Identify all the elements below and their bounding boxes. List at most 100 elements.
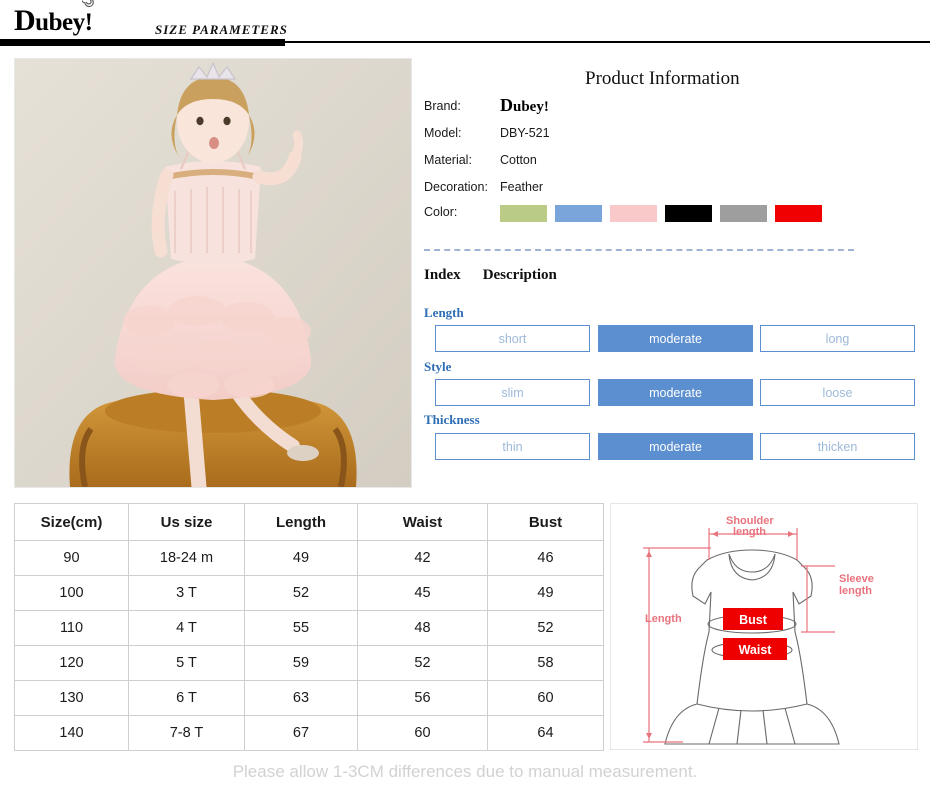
attribute-label-length: Length (424, 305, 464, 320)
table-row: 130 6 T 63 56 60 (14, 680, 604, 716)
table-cell: 46 (487, 540, 604, 576)
label-sleeve-line1: Sleeve (839, 573, 874, 585)
page-header: Dubey! SIZE PARAMETERS (0, 0, 930, 50)
spec-value-material: Cotton (500, 153, 537, 167)
table-cell: 49 (487, 575, 604, 611)
spec-value-model: DBY-521 (500, 126, 550, 140)
color-swatch-blue[interactable] (555, 205, 602, 222)
color-swatch-black[interactable] (665, 205, 712, 222)
table-cell: 52 (357, 645, 488, 681)
size-table-header-row: Size(cm) Us size Length Waist Bust (14, 503, 604, 541)
brand-logo-rest: ubey (35, 9, 85, 36)
option-style-moderate[interactable]: moderate (598, 379, 753, 406)
table-cell: 18-24 m (128, 540, 245, 576)
table-cell: 110 (14, 610, 129, 646)
attribute-label-style: Style (424, 359, 452, 374)
product-photo (14, 58, 412, 488)
table-cell: 120 (14, 645, 129, 681)
attribute-label-thickness: Thickness (424, 412, 480, 427)
table-cell: 48 (357, 610, 488, 646)
option-thickness-thin[interactable]: thin (435, 433, 590, 460)
option-style-loose[interactable]: loose (760, 379, 915, 406)
size-table-col-4: Bust (487, 503, 604, 541)
table-cell: 45 (357, 575, 488, 611)
table-cell: 6 T (128, 680, 245, 716)
table-cell: 59 (244, 645, 358, 681)
spec-label-model: Model: (424, 126, 462, 140)
description-heading-label: Description (482, 267, 557, 283)
table-cell: 3 T (128, 575, 245, 611)
option-length-moderate[interactable]: moderate (598, 325, 753, 352)
color-swatch-list (500, 205, 830, 222)
size-table-col-2: Length (244, 503, 358, 541)
table-row: 120 5 T 59 52 58 (14, 645, 604, 681)
size-table-container: Size(cm) Us size Length Waist Bust 90 18-24 m… (14, 503, 604, 751)
label-length: Length (645, 613, 682, 625)
attribute-options-thickness: thin moderate thicken (435, 433, 915, 460)
table-row: 140 7-8 T 67 60 64 (14, 715, 604, 751)
color-swatch-light-green[interactable] (500, 205, 547, 222)
table-cell: 60 (487, 680, 604, 716)
product-information-heading: Product Information (585, 68, 740, 89)
product-photo-illustration (15, 59, 411, 487)
section-divider (424, 249, 854, 251)
table-cell: 49 (244, 540, 358, 576)
table-cell: 100 (14, 575, 129, 611)
table-row: 90 18-24 m 49 42 46 (14, 540, 604, 576)
header-bar-thick (0, 39, 285, 46)
table-cell: 64 (487, 715, 604, 751)
label-shoulder-line2: length (733, 526, 766, 538)
brand-logo-initial: D (14, 4, 36, 37)
badge-bust: Bust (723, 608, 783, 630)
table-cell: 63 (244, 680, 358, 716)
svg-text:Waist: Waist (739, 643, 773, 657)
table-row: 100 3 T 52 45 49 (14, 575, 604, 611)
brand-logo: Dubey! (14, 0, 94, 38)
label-sleeve-line2: length (839, 585, 872, 597)
table-cell: 130 (14, 680, 129, 716)
spec-value-decoration: Feather (500, 180, 544, 194)
spec-brand-initial: D (500, 95, 513, 115)
spec-value-brand-logo: Dubey! (500, 95, 549, 115)
spec-label-material: Material: (424, 153, 472, 167)
option-thickness-thicken[interactable]: thicken (760, 433, 915, 460)
table-cell: 140 (14, 715, 129, 751)
index-heading-label: Index (424, 267, 461, 283)
page-title: SIZE PARAMETERS (155, 22, 288, 37)
attribute-options-style: slim moderate loose (435, 379, 915, 406)
option-thickness-moderate[interactable]: moderate (598, 433, 753, 460)
size-table-col-0: Size(cm) (14, 503, 129, 541)
table-cell: 42 (357, 540, 488, 576)
table-cell: 67 (244, 715, 358, 751)
table-cell: 5 T (128, 645, 245, 681)
badge-waist: Waist (723, 638, 787, 660)
spec-label-brand: Brand: (424, 99, 461, 113)
size-table-body: 90 18-24 m 49 42 46 100 3 T 52 45 49 110 4 T 55 48 52 1… (14, 540, 604, 751)
size-table-col-3: Waist (357, 503, 488, 541)
spiral-exclamation-icon: ! (81, 0, 94, 37)
table-cell: 4 T (128, 610, 245, 646)
svg-text:Bust: Bust (739, 613, 768, 627)
table-cell: 55 (244, 610, 358, 646)
option-style-slim[interactable]: slim (435, 379, 590, 406)
spec-label-decoration: Decoration: (424, 180, 488, 194)
table-cell: 58 (487, 645, 604, 681)
table-cell: 52 (244, 575, 358, 611)
attribute-options-length: short moderate long (435, 325, 915, 352)
header-bar-thin (285, 41, 930, 43)
table-cell: 60 (357, 715, 488, 751)
color-swatch-red[interactable] (775, 205, 822, 222)
table-cell: 56 (357, 680, 488, 716)
spec-label-color: Color: (424, 205, 458, 219)
option-length-short[interactable]: short (435, 325, 590, 352)
color-swatch-gray[interactable] (720, 205, 767, 222)
table-cell: 90 (14, 540, 129, 576)
size-table-col-1: Us size (128, 503, 245, 541)
dress-measurement-illustration: Shoulder length Sleeve length Length Bus… (643, 515, 874, 745)
spec-brand-rest: ubey (513, 99, 544, 115)
table-cell: 52 (487, 610, 604, 646)
color-swatch-pink[interactable] (610, 205, 657, 222)
option-length-long[interactable]: long (760, 325, 915, 352)
measurement-note: Please allow 1-3CM differences due to ma… (232, 762, 698, 781)
size-table: Size(cm) Us size Length Waist Bust 90 18-24 m… (14, 503, 604, 751)
